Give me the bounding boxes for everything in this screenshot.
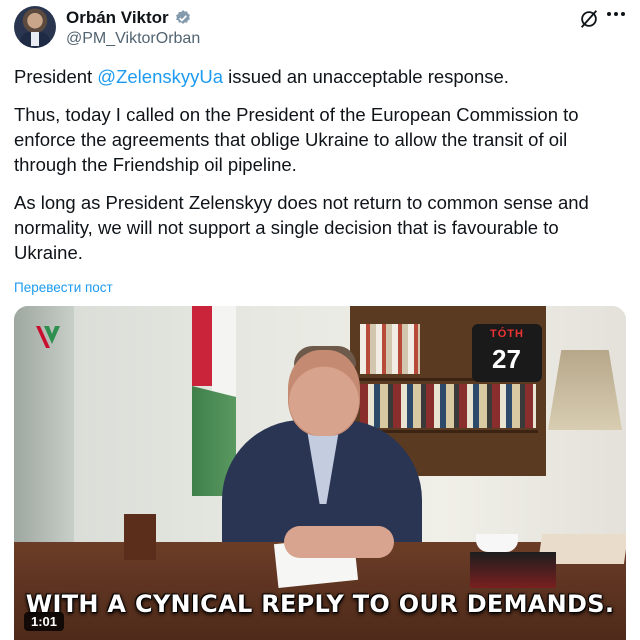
author-display-name[interactable]: Orbán Viktor bbox=[66, 8, 169, 28]
author-handle[interactable]: @PM_ViktorOrban bbox=[66, 30, 200, 48]
video-duration-badge: 1:01 bbox=[24, 612, 65, 631]
grok-icon[interactable] bbox=[578, 8, 600, 30]
jersey-name: TÓTH bbox=[490, 328, 524, 340]
avatar-shirt bbox=[31, 32, 39, 46]
avatar[interactable] bbox=[14, 6, 56, 48]
jersey-number: 27 bbox=[492, 344, 521, 374]
verified-badge-icon bbox=[175, 10, 190, 24]
author-name-row: Orbán Viktor bbox=[66, 8, 192, 28]
post-text: President @ZelenskyyUa issued an unaccep… bbox=[14, 64, 626, 278]
more-options-icon[interactable] bbox=[607, 12, 625, 16]
post-paragraph-1: President @ZelenskyyUa issued an unaccep… bbox=[14, 66, 509, 87]
translate-post-link[interactable]: Перевести пост bbox=[14, 280, 113, 295]
mention-link[interactable]: @ZelenskyyUa bbox=[97, 66, 223, 87]
tweet: Orbán Viktor @PM_ViktorOrban President @… bbox=[0, 0, 640, 640]
post-paragraph-2: Thus, today I called on the President of… bbox=[14, 104, 579, 175]
post-paragraph-3: As long as President Zelenskyy does not … bbox=[14, 192, 589, 263]
channel-logo-icon bbox=[36, 326, 60, 348]
video-player[interactable]: TÓTH 27 WITH A CYNICAL REPLY TO OUR DEMA… bbox=[14, 306, 626, 640]
video-caption: WITH A CYNICAL REPLY TO OUR DEMANDS. bbox=[25, 590, 615, 618]
